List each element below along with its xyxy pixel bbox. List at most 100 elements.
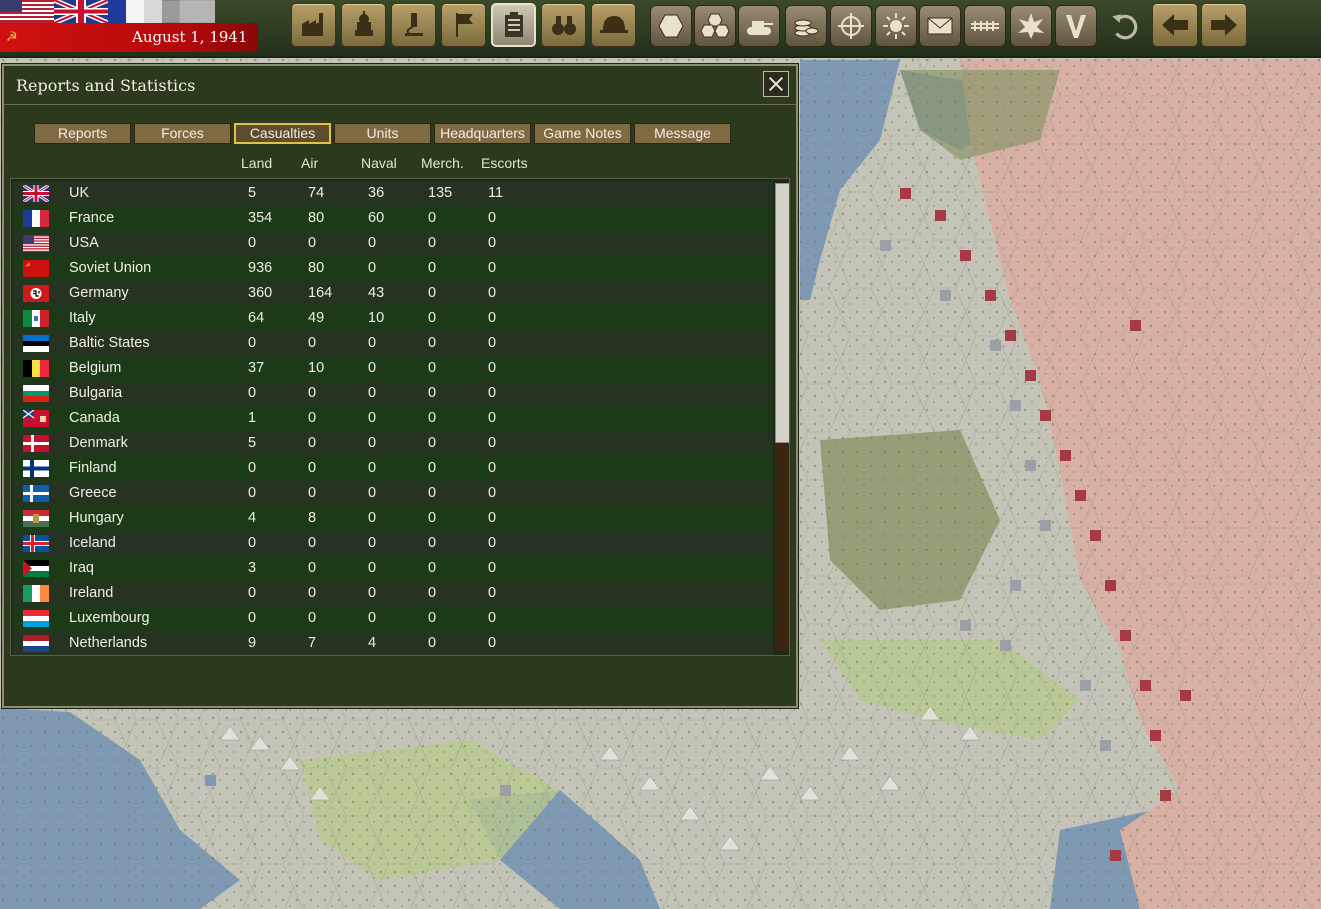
country-name: Baltic States: [69, 335, 150, 351]
air-casualties: 0: [308, 435, 317, 451]
decisions-button[interactable]: [441, 3, 486, 47]
table-row[interactable]: Italy 64 49 10 0 0: [13, 306, 773, 331]
close-icon: [768, 76, 784, 92]
table-row[interactable]: Ireland 0 0 0 0 0: [13, 581, 773, 606]
naval-casualties: 36: [368, 185, 385, 201]
close-button[interactable]: [763, 71, 789, 97]
table-row[interactable]: Hungary 4 8 0 0 0: [13, 506, 773, 531]
merchant-casualties: 0: [428, 310, 437, 326]
supply-button[interactable]: [785, 5, 827, 47]
escort-casualties: 0: [488, 235, 497, 251]
land-casualties: 0: [248, 585, 257, 601]
next-button[interactable]: [1201, 3, 1247, 47]
country-name: Finland: [69, 460, 117, 476]
tab-headquarters[interactable]: Headquarters: [434, 123, 531, 144]
table-row[interactable]: Bulgaria 0 0 0 0 0: [13, 381, 773, 406]
country-name: Italy: [69, 310, 96, 326]
country-name: Ireland: [69, 585, 114, 601]
table-row[interactable]: Netherlands 9 7 4 0 0: [13, 631, 773, 655]
naval-casualties: 10: [368, 310, 385, 326]
table-row[interactable]: Baltic States 0 0 0 0 0: [13, 331, 773, 356]
merchant-casualties: 0: [428, 585, 437, 601]
country-name: Iraq: [69, 560, 94, 576]
country-name: Soviet Union: [69, 260, 152, 276]
air-casualties: 0: [308, 610, 317, 626]
factory-icon: [301, 13, 323, 36]
v-icon: [1066, 15, 1086, 38]
escort-casualties: 0: [488, 435, 497, 451]
land-casualties: 0: [248, 535, 257, 551]
tab-units[interactable]: Units: [334, 123, 431, 144]
air-casualties: 164: [308, 285, 333, 301]
hex-mode-button[interactable]: [650, 5, 692, 47]
railroad-icon: [971, 21, 999, 31]
scrollbar-thumb[interactable]: [775, 183, 789, 443]
merchant-casualties: 0: [428, 485, 437, 501]
air-casualties: 0: [308, 460, 317, 476]
railroad-button[interactable]: [964, 5, 1006, 47]
naval-casualties: 0: [368, 485, 377, 501]
turn-date: August 1, 1941: [132, 28, 248, 46]
air-casualties: 7: [308, 635, 317, 651]
naval-casualties: 0: [368, 535, 377, 551]
undo-icon: [1112, 14, 1138, 40]
target-button[interactable]: [830, 5, 872, 47]
hex-grid-button[interactable]: [694, 5, 736, 47]
tab-forces[interactable]: Forces: [134, 123, 231, 144]
ireland-flag-icon: [23, 585, 49, 602]
table-row[interactable]: Luxembourg 0 0 0 0 0: [13, 606, 773, 631]
naval-casualties: 0: [368, 235, 377, 251]
escort-casualties: 0: [488, 310, 497, 326]
helmet-icon: [599, 16, 628, 33]
usa-flag-icon: [23, 235, 49, 252]
table-row[interactable]: Germany 360 164 43 0 0: [13, 281, 773, 306]
table-row[interactable]: Belgium 37 10 0 0 0: [13, 356, 773, 381]
crosshair-icon: [838, 13, 864, 39]
table-row[interactable]: USA 0 0 0 0 0: [13, 231, 773, 256]
merchant-casualties: 0: [428, 635, 437, 651]
country-name: Bulgaria: [69, 385, 123, 401]
units-button[interactable]: [591, 3, 636, 47]
land-casualties: 0: [248, 610, 257, 626]
table-row[interactable]: France 354 80 60 0 0: [13, 206, 773, 231]
table-row[interactable]: ☭ Soviet Union 936 80 0 0 0: [13, 256, 773, 281]
air-casualties: 0: [308, 335, 317, 351]
escort-casualties: 0: [488, 535, 497, 551]
scrollbar[interactable]: [775, 183, 789, 651]
table-row[interactable]: Iraq 3 0 0 0 0: [13, 556, 773, 581]
victory-button[interactable]: [1055, 5, 1097, 47]
table-row[interactable]: Canada 1 0 0 0 0: [13, 406, 773, 431]
land-casualties: 0: [248, 460, 257, 476]
diplomacy-button[interactable]: [341, 3, 386, 47]
naval-casualties: 0: [368, 585, 377, 601]
combat-button[interactable]: [1010, 5, 1052, 47]
finland-flag-icon: [23, 460, 49, 477]
intelligence-button[interactable]: [541, 3, 586, 47]
germany-flag-icon: [23, 285, 49, 302]
belgium-flag-icon: [23, 360, 49, 377]
tab-game-notes[interactable]: Game Notes: [534, 123, 631, 144]
reports-button[interactable]: [491, 3, 536, 47]
land-casualties: 0: [248, 385, 257, 401]
table-row[interactable]: Iceland 0 0 0 0 0: [13, 531, 773, 556]
tab-message[interactable]: Message: [634, 123, 731, 144]
merchant-casualties: 0: [428, 410, 437, 426]
mail-button[interactable]: [919, 5, 961, 47]
table-row[interactable]: Finland 0 0 0 0 0: [13, 456, 773, 481]
undo-button[interactable]: [1104, 6, 1144, 46]
previous-button[interactable]: [1152, 3, 1198, 47]
air-casualties: 0: [308, 560, 317, 576]
tab-casualties[interactable]: Casualties: [234, 123, 331, 144]
table-row[interactable]: Greece 0 0 0 0 0: [13, 481, 773, 506]
tank-button[interactable]: [738, 5, 780, 47]
weather-button[interactable]: [875, 5, 917, 47]
land-casualties: 5: [248, 435, 257, 451]
table-row[interactable]: Denmark 5 0 0 0 0: [13, 431, 773, 456]
france-flag-icon: [108, 0, 162, 23]
tab-reports[interactable]: Reports: [34, 123, 131, 144]
research-button[interactable]: [391, 3, 436, 47]
canada-flag-icon: [23, 410, 49, 427]
table-row[interactable]: UK 5 74 36 135 11: [13, 181, 773, 206]
production-button[interactable]: [291, 3, 336, 47]
netherlands-flag-icon: [23, 635, 49, 652]
